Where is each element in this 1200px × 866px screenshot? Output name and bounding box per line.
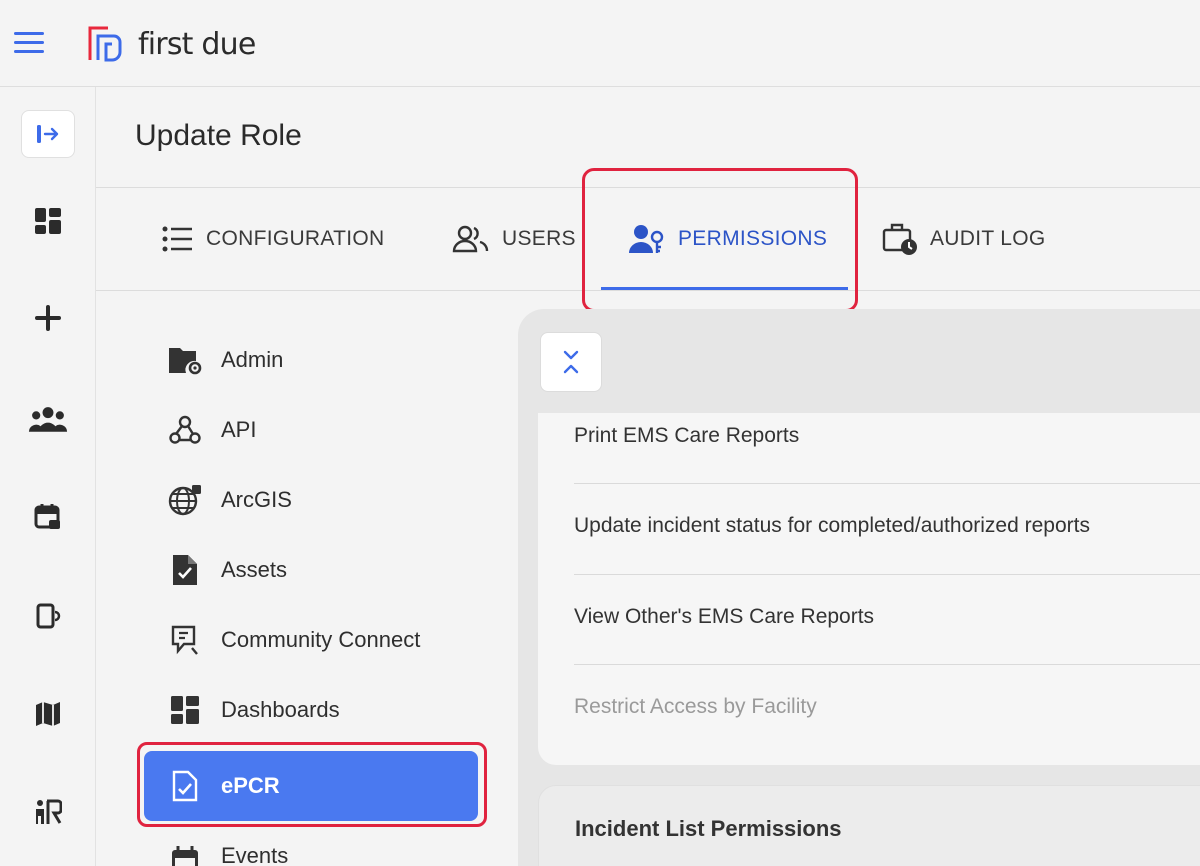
- permission-row[interactable]: Print EMS Care Reports: [574, 413, 1200, 503]
- module-item-arcgis[interactable]: ArcGIS: [144, 465, 480, 535]
- divider: [574, 483, 1200, 484]
- module-label: Admin: [221, 347, 284, 372]
- permission-row[interactable]: Update incident status for completed/aut…: [574, 504, 1200, 594]
- module-label: Community Connect: [221, 627, 421, 652]
- page-title: Update Role: [135, 119, 302, 152]
- section-title: Incident List Permissions: [575, 816, 842, 841]
- logo-text: first due: [138, 26, 256, 62]
- tab-bar: CONFIGURATION USERS PERMISSIONS AUDIT LO…: [96, 188, 1200, 290]
- module-label: Assets: [221, 557, 288, 582]
- people-icon[interactable]: [28, 399, 68, 439]
- module-item-events[interactable]: Events: [144, 823, 480, 866]
- permission-label: Update incident status for completed/aut…: [574, 514, 1090, 537]
- permission-list: Print EMS Care Reports Update incident s…: [538, 413, 1200, 765]
- user-key-icon: [629, 225, 664, 253]
- tab-label: PERMISSIONS: [678, 227, 828, 250]
- module-label: Events: [221, 843, 289, 866]
- folder-gear-icon: [168, 343, 202, 377]
- top-bar: first due: [0, 0, 1200, 87]
- module-label: API: [221, 417, 257, 442]
- permission-row[interactable]: View Other's EMS Care Reports: [574, 594, 1200, 684]
- divider: [96, 290, 1200, 291]
- calendar-icon: [168, 843, 202, 866]
- permission-label: Restrict Access by Facility: [574, 695, 817, 718]
- left-icon-rail: [0, 87, 96, 866]
- globe-icon: [168, 483, 202, 517]
- community-connect-icon: [168, 623, 202, 657]
- permission-label: View Other's EMS Care Reports: [574, 605, 875, 628]
- module-item-assets[interactable]: Assets: [144, 535, 480, 605]
- first-due-logo-icon: [88, 26, 122, 62]
- module-label: ArcGIS: [221, 487, 292, 512]
- reader-icon[interactable]: [28, 792, 68, 832]
- tab-permissions[interactable]: PERMISSIONS: [628, 188, 827, 290]
- list-icon: [162, 226, 192, 252]
- tab-configuration[interactable]: CONFIGURATION: [162, 188, 385, 290]
- chevrons-collapse-icon: [563, 350, 579, 374]
- module-item-epcr[interactable]: ePCR: [144, 751, 478, 821]
- module-item-admin[interactable]: Admin: [144, 325, 480, 395]
- tab-label: USERS: [502, 227, 576, 250]
- plus-icon[interactable]: [28, 298, 68, 338]
- dashboard-icon: [168, 693, 202, 727]
- module-label: ePCR: [221, 773, 280, 798]
- expand-collapse-button[interactable]: [540, 332, 602, 392]
- app-logo[interactable]: first due: [86, 24, 256, 64]
- device-icon[interactable]: [28, 596, 68, 636]
- module-item-api[interactable]: API: [144, 395, 480, 465]
- main-content: Update Role CONFIGURATION USERS PERMISSI…: [96, 87, 1200, 866]
- tab-users[interactable]: USERS: [452, 188, 576, 290]
- hamburger-menu-icon[interactable]: [14, 32, 46, 56]
- tab-label: CONFIGURATION: [206, 227, 385, 250]
- incident-list-permissions-section[interactable]: Incident List Permissions: [538, 785, 1200, 866]
- tab-label: AUDIT LOG: [930, 227, 1046, 250]
- tab-audit-log[interactable]: AUDIT LOG: [882, 188, 1046, 290]
- permission-label: Print EMS Care Reports: [574, 424, 800, 447]
- collapse-arrow-icon[interactable]: [21, 110, 75, 158]
- file-check-icon: [168, 553, 202, 587]
- clipboard-check-icon: [168, 769, 202, 803]
- module-item-community-connect[interactable]: Community Connect: [144, 605, 480, 675]
- map-icon[interactable]: [28, 694, 68, 734]
- webhook-icon: [168, 413, 202, 447]
- divider: [574, 574, 1200, 575]
- permission-row: Restrict Access by Facility: [574, 685, 1200, 775]
- divider: [574, 664, 1200, 665]
- briefcase-clock-icon: [882, 223, 917, 255]
- dashboard-icon[interactable]: [28, 201, 68, 241]
- module-item-dashboards[interactable]: Dashboards: [144, 675, 480, 745]
- users-icon: [452, 225, 489, 253]
- module-label: Dashboards: [221, 697, 340, 722]
- calendar-icon[interactable]: [28, 497, 68, 537]
